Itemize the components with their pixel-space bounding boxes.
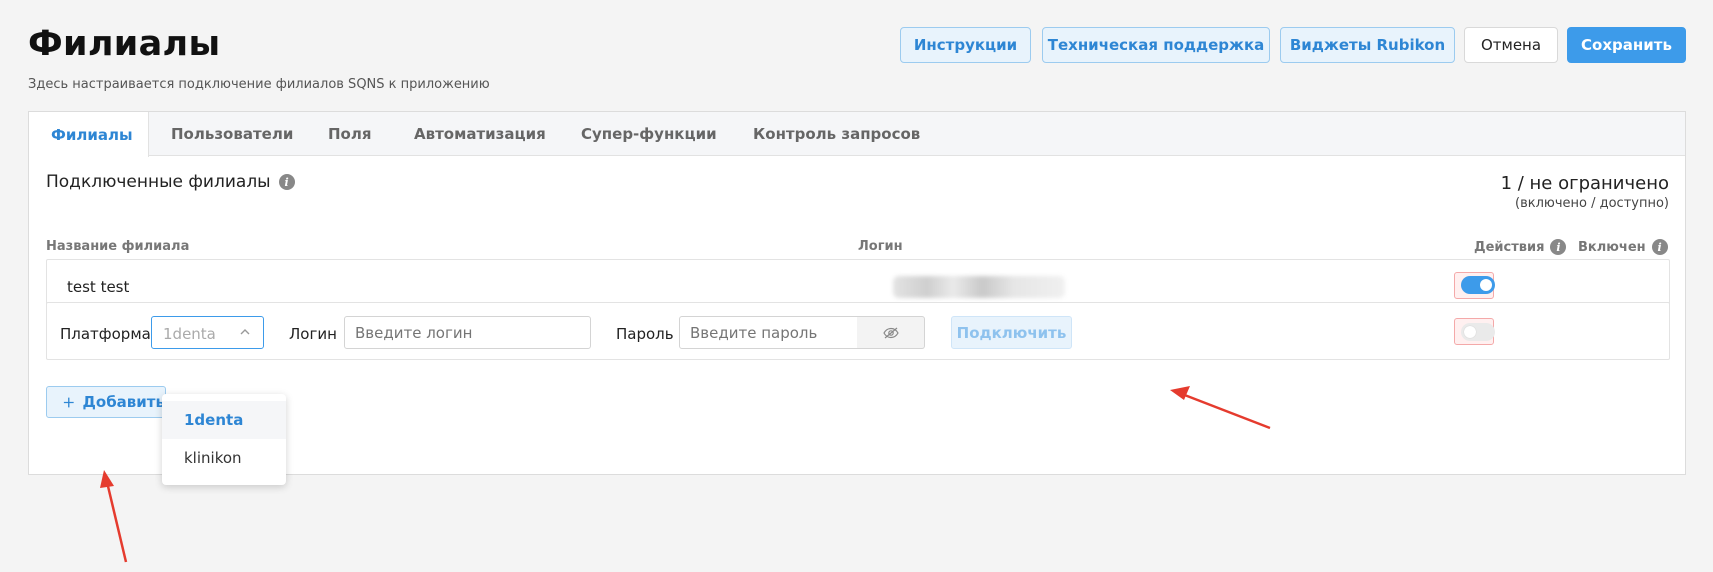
branch-name: test test xyxy=(67,278,130,296)
platform-option[interactable]: 1denta xyxy=(162,401,286,439)
chevron-up-icon xyxy=(240,329,250,335)
platform-select[interactable]: 1denta xyxy=(151,316,264,349)
login-input[interactable] xyxy=(344,316,591,349)
add-branch-button[interactable]: Добавить xyxy=(46,386,166,418)
enabled-toggle[interactable] xyxy=(1461,323,1495,341)
section-title: Подключенные филиалы i xyxy=(46,172,295,192)
annotation-arrow-add xyxy=(100,470,128,563)
tab-branches[interactable]: Филиалы xyxy=(29,112,149,157)
cancel-button[interactable]: Отмена xyxy=(1464,27,1558,63)
column-header-login: Логин xyxy=(858,239,903,254)
widgets-button[interactable]: Виджеты Rubikon xyxy=(1280,27,1455,63)
column-header-actions-label: Действия xyxy=(1474,239,1545,255)
platform-label: Платформа xyxy=(60,325,151,343)
instructions-button[interactable]: Инструкции xyxy=(900,27,1031,63)
column-header-name: Название филиала xyxy=(46,239,190,254)
support-button[interactable]: Техническая поддержка xyxy=(1042,27,1270,63)
branch-login-hidden xyxy=(893,276,1065,298)
column-header-enabled: Включен i xyxy=(1578,239,1668,255)
branch-count: 1 / не ограничено xyxy=(1500,173,1669,194)
column-header-actions: Действия i xyxy=(1474,239,1567,255)
tab-fields[interactable]: Поля xyxy=(328,112,371,156)
section-title-text: Подключенные филиалы xyxy=(46,172,271,192)
page-subtitle: Здесь настраивается подключение филиалов… xyxy=(28,77,490,92)
tab-users[interactable]: Пользователи xyxy=(171,112,293,156)
toggle-password-visibility-button[interactable] xyxy=(857,316,925,349)
tab-request-control[interactable]: Контроль запросов xyxy=(753,112,920,156)
branch-count-caption: (включено / доступно) xyxy=(1515,196,1669,211)
page-title: Филиалы xyxy=(28,24,221,64)
info-icon[interactable]: i xyxy=(1550,239,1567,255)
platform-select-value: 1denta xyxy=(163,325,216,343)
connect-button[interactable]: Подключить xyxy=(951,316,1072,349)
password-label: Пароль xyxy=(616,325,674,343)
password-input[interactable] xyxy=(679,316,859,349)
login-label: Логин xyxy=(289,325,337,343)
new-branch-row: Платформа 1denta Логин Пароль Подключить xyxy=(46,302,1670,360)
tab-bar: Филиалы Пользователи Поля Автоматизация … xyxy=(29,112,1685,157)
eye-off-icon xyxy=(882,327,899,338)
enabled-toggle[interactable] xyxy=(1461,276,1495,294)
platform-option[interactable]: klinikon xyxy=(162,439,286,477)
add-branch-label: Добавить xyxy=(82,393,165,411)
platform-dropdown: 1denta klinikon xyxy=(162,394,286,485)
info-icon[interactable]: i xyxy=(1651,239,1668,255)
plus-icon xyxy=(63,397,74,407)
tab-super-functions[interactable]: Супер-функции xyxy=(581,112,717,156)
column-header-enabled-label: Включен xyxy=(1578,239,1646,255)
info-icon[interactable]: i xyxy=(278,174,295,190)
tab-automation[interactable]: Автоматизация xyxy=(414,112,546,156)
save-button[interactable]: Сохранить xyxy=(1567,27,1686,63)
